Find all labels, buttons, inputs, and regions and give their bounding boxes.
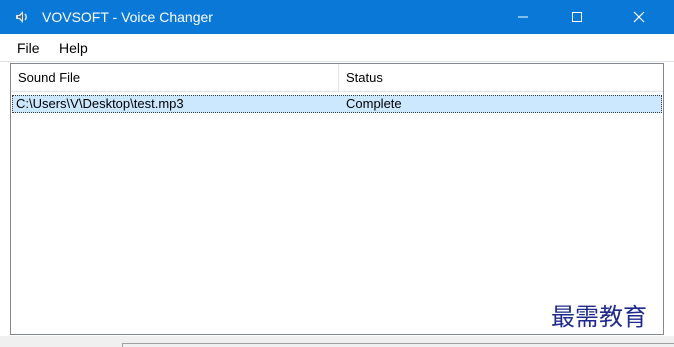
menu-file[interactable]: File: [17, 40, 40, 56]
row-sound-file: C:\Users\V\Desktop\test.mp3: [16, 96, 184, 111]
minimize-button[interactable]: [500, 0, 546, 34]
column-header-sound-file[interactable]: Sound File: [11, 64, 339, 92]
speaker-icon: [14, 9, 30, 25]
minimize-icon: [518, 16, 528, 18]
close-button[interactable]: [616, 0, 662, 34]
menu-bar: File Help: [0, 34, 674, 62]
maximize-button[interactable]: [554, 0, 600, 34]
column-header-status[interactable]: Status: [339, 64, 663, 92]
window-title: VOVSOFT - Voice Changer: [42, 9, 213, 25]
title-bar: VOVSOFT - Voice Changer: [0, 0, 674, 34]
menu-help[interactable]: Help: [59, 40, 88, 56]
row-status: Complete: [346, 96, 402, 111]
maximize-icon: [572, 12, 582, 22]
status-panel: [122, 343, 674, 347]
sound-file-list[interactable]: Sound File Status C:\Users\V\Desktop\tes…: [10, 63, 664, 335]
watermark-text: 最需教育: [551, 303, 647, 331]
close-icon: [633, 11, 645, 23]
table-row[interactable]: C:\Users\V\Desktop\test.mp3 Complete: [12, 95, 662, 113]
